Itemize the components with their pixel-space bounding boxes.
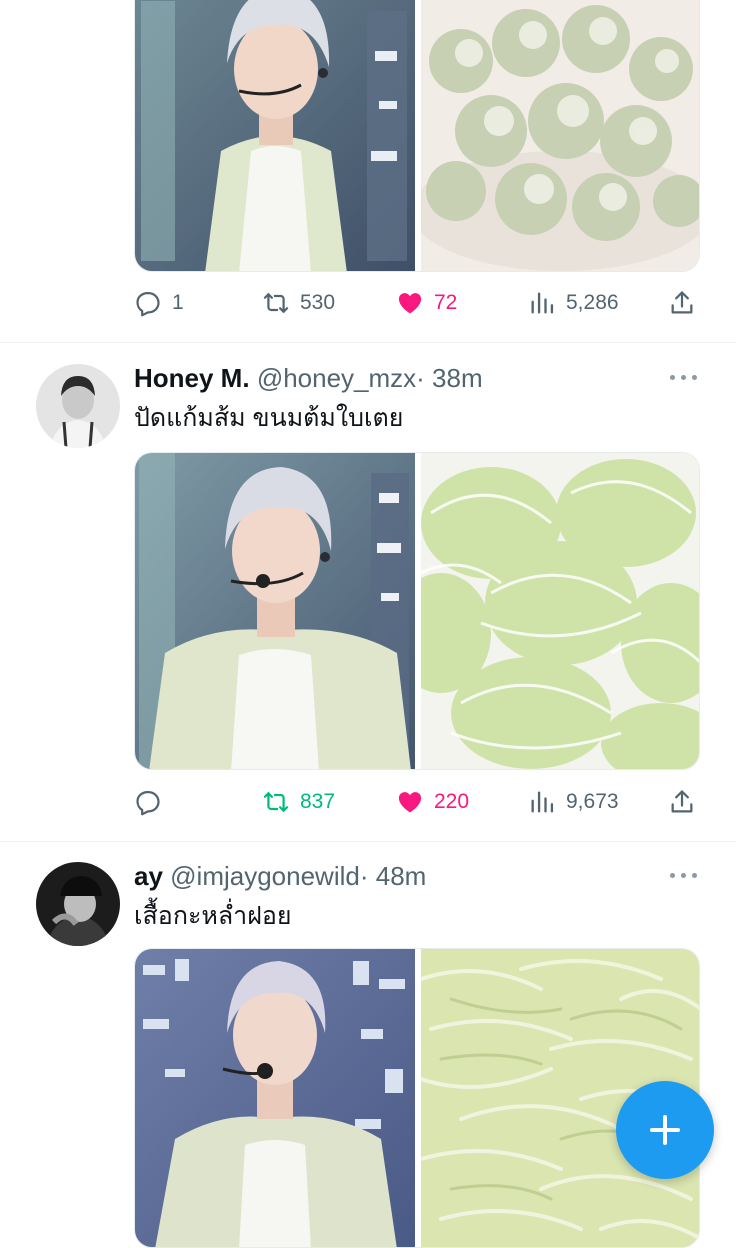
retweet-count: 837 bbox=[300, 790, 336, 813]
performer-photo[interactable] bbox=[135, 453, 415, 769]
like-count: 72 bbox=[434, 291, 458, 314]
performer-photo[interactable] bbox=[135, 0, 415, 271]
more-icon[interactable] bbox=[670, 372, 698, 382]
retweet-icon bbox=[262, 289, 290, 317]
display-name[interactable]: Honey M. bbox=[134, 363, 250, 393]
avatar[interactable] bbox=[36, 862, 120, 946]
performer-photo[interactable] bbox=[135, 949, 415, 1247]
dessert-photo[interactable] bbox=[391, 453, 699, 769]
tweet-text: ปัดแก้มส้ม ขนมต้มใบเตย bbox=[134, 404, 404, 432]
views-button[interactable]: 5,286 bbox=[528, 283, 619, 323]
tweet-actions: 1 530 72 5,286 bbox=[134, 283, 700, 323]
like-icon bbox=[396, 289, 424, 317]
share-button[interactable] bbox=[668, 283, 696, 323]
views-count: 9,673 bbox=[566, 790, 619, 813]
reply-icon bbox=[134, 788, 162, 816]
share-icon bbox=[668, 788, 696, 816]
display-name[interactable]: ay bbox=[134, 861, 163, 891]
user-handle[interactable]: @honey_mzx bbox=[257, 363, 416, 393]
like-button[interactable]: 220 bbox=[396, 782, 469, 822]
tweet-media-grid[interactable] bbox=[134, 0, 700, 272]
reply-icon bbox=[134, 289, 162, 317]
tweet-actions: 837 220 9,673 bbox=[134, 782, 700, 822]
compose-button[interactable] bbox=[616, 1081, 714, 1179]
user-handle[interactable]: @imjaygonewild bbox=[170, 861, 360, 891]
views-icon bbox=[528, 788, 556, 816]
tweet-time[interactable]: · 48m bbox=[360, 861, 426, 891]
reply-button[interactable] bbox=[134, 782, 172, 822]
tweet-divider bbox=[0, 342, 736, 343]
like-button[interactable]: 72 bbox=[396, 283, 457, 323]
tweet-time[interactable]: · 38m bbox=[416, 363, 482, 393]
retweet-count: 530 bbox=[300, 291, 336, 314]
reply-count: 1 bbox=[172, 291, 184, 314]
reply-button[interactable]: 1 bbox=[134, 283, 184, 323]
tweet-media-grid[interactable] bbox=[134, 948, 700, 1248]
dessert-photo[interactable] bbox=[411, 0, 699, 271]
tweet-text: เสื้อกะหล่ำฝอย bbox=[134, 902, 292, 930]
views-icon bbox=[528, 289, 556, 317]
tweet-header: ay @imjaygonewild· 48m bbox=[134, 860, 426, 892]
like-count: 220 bbox=[434, 790, 470, 813]
share-button[interactable] bbox=[668, 782, 696, 822]
like-icon bbox=[396, 788, 424, 816]
retweet-icon bbox=[262, 788, 290, 816]
share-icon bbox=[668, 289, 696, 317]
tweet-divider bbox=[0, 841, 736, 842]
more-icon[interactable] bbox=[670, 870, 698, 880]
tweet-media-grid[interactable] bbox=[134, 452, 700, 770]
views-button[interactable]: 9,673 bbox=[528, 782, 619, 822]
tweet-header: Honey M. @honey_mzx· 38m bbox=[134, 362, 483, 394]
views-count: 5,286 bbox=[566, 291, 619, 314]
retweet-button[interactable]: 837 bbox=[262, 782, 335, 822]
avatar[interactable] bbox=[36, 364, 120, 448]
retweet-button[interactable]: 530 bbox=[262, 283, 335, 323]
